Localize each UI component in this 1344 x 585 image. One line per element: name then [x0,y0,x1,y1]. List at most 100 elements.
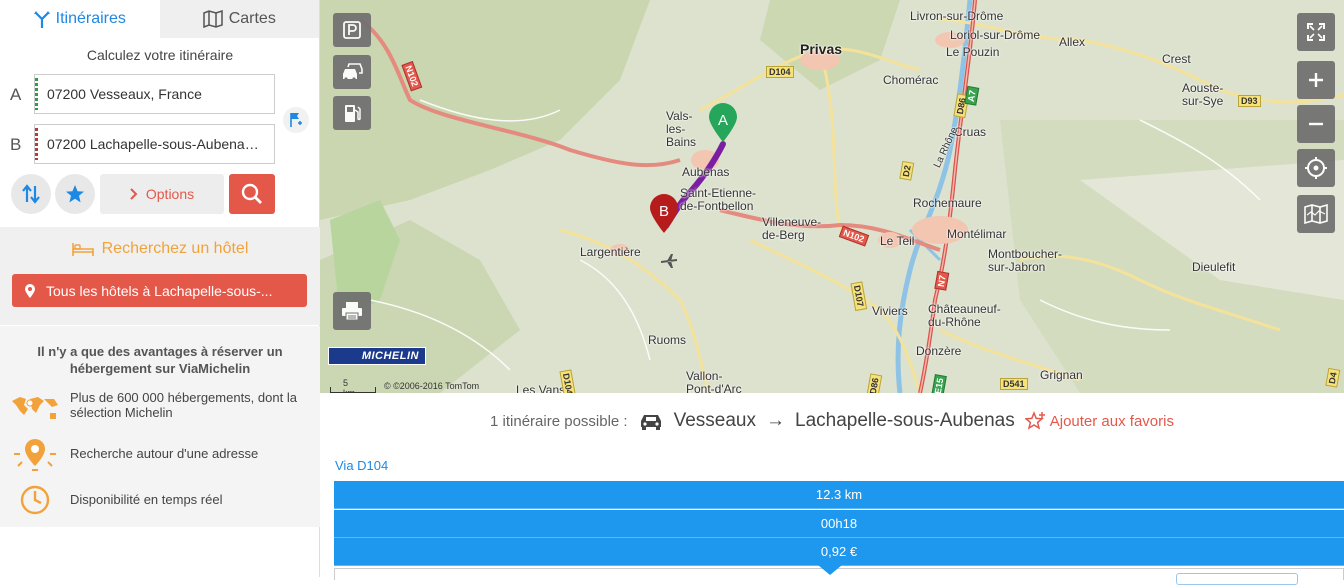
tab-itineraires-label: Itinéraires [55,10,126,27]
map-layers-button[interactable] [1297,195,1335,233]
road-shield: D93 [1238,95,1261,107]
place-label: Montélimar [947,227,1007,241]
promo-item: Plus de 600 000 hébergements, dont la sé… [0,390,320,426]
results-panel: 1 itinéraire possible : Vesseaux → Lacha… [320,393,1344,585]
address-search-icon [14,439,56,471]
place-label: Aouste-sur-Sye [1182,81,1224,108]
map-copyright: © ©2006-2016 TomTom [384,381,480,391]
place-label: Loriol-sur-Drôme [950,28,1041,42]
tab-bar: Itinéraires Cartes [0,0,319,38]
tab-cartes[interactable]: Cartes [159,0,319,38]
start-address-input[interactable]: 07200 Vesseaux, France [34,74,275,114]
route-arrow: → [766,410,786,431]
promo-panel: Il n'y a que des avantages à réserver un… [0,326,320,527]
location-pin-icon [25,283,35,298]
start-letter: A [10,85,22,104]
airport-icon [661,254,677,268]
add-step-button[interactable] [283,107,309,133]
options-label: Options [145,186,195,202]
route-cost[interactable]: 0,92 € [334,538,1344,566]
place-label: Rochemaure [913,196,982,210]
place-label: Privas [800,41,843,57]
map-view[interactable]: Privas Livron-sur-Drôme Loriol-sur-Drôme… [320,0,1344,393]
form-title: Calculez votre itinéraire [86,47,234,63]
fuel-button[interactable] [333,96,371,130]
options-button[interactable]: Options [100,174,224,214]
promo-item: Disponibilité en temps réel [0,482,320,518]
search-icon [241,183,262,204]
place-label: Aubenas [682,165,730,179]
sidebar: Itinéraires Cartes Calculez votre itinér… [0,0,320,577]
route-distance[interactable]: 12.3 km [334,481,1344,509]
car-icon [640,415,661,430]
route-origin: Vesseaux [673,410,757,431]
place-label: Montboucher-sur-Jabron [988,247,1063,274]
route-action-button[interactable] [1176,573,1298,585]
place-label: Largentière [580,245,641,259]
road-shield: D541 [1000,378,1028,390]
all-hotels-label: Tous les hôtels à Lachapelle-sous-... [46,282,273,299]
place-label: Ruoms [648,333,687,347]
place-label: Saint-Etienne-de-Fontbellon [680,186,757,213]
place-label: Chomérac [883,73,939,87]
place-label: Donzère [916,344,962,358]
zoom-in-button[interactable] [1297,61,1335,99]
map-icon [202,10,223,28]
print-button[interactable] [333,292,371,330]
end-letter: B [10,135,22,154]
marker-a[interactable]: A [708,103,738,143]
map-layers-icon [1304,204,1328,224]
place-label: Dieulefit [1192,260,1236,274]
place-label: Livron-sur-Drôme [910,9,1004,23]
tab-cartes-label: Cartes [228,10,276,27]
zoom-out-button[interactable] [1297,105,1335,143]
favorites-button[interactable] [55,174,95,214]
marker-b-label: B [658,203,669,220]
route-count: 1 itinéraire possible : [490,412,628,430]
add-flag-icon [290,113,302,127]
hotel-title: Recherchez un hôtel [101,240,249,257]
hotel-panel: Recherchez un hôtel Tous les hôtels à La… [0,227,320,325]
star-icon [66,185,84,203]
place-label: Châteauneuf-du-Rhône [928,302,1001,329]
route-pointer [818,565,842,575]
parking-button[interactable] [333,13,371,47]
place-label: Viviers [872,304,908,318]
place-label: Vals-les-Bains [666,109,697,149]
place-label: Allex [1059,35,1086,49]
all-hotels-button[interactable]: Tous les hôtels à Lachapelle-sous-... [12,274,307,307]
crosshair-icon [1305,157,1327,179]
promo-item: Recherche autour d'une adresse [0,436,320,472]
route-via-link[interactable]: Via D104 [335,458,388,473]
hotel-search-link[interactable]: Recherchez un hôtel [0,240,320,258]
promo-title: Il n'y a que des avantages à réserver un… [37,344,283,376]
place-label: Crest [1162,52,1191,66]
promo-text: Plus de 600 000 hébergements, dont la sé… [70,390,297,420]
road-shield: D104 [766,66,794,78]
fuel-pump-icon [345,105,361,122]
cars-icon [343,63,363,81]
place-label: Le Pouzin [946,45,1000,59]
world-map-icon [12,397,58,419]
search-button[interactable] [229,174,275,214]
place-label: Villeneuve-de-Berg [762,215,822,242]
start-address-value: 07200 Vesseaux, France [47,86,202,102]
fullscreen-button[interactable] [1297,13,1335,51]
swap-icon [22,184,40,204]
end-address-input[interactable]: 07200 Lachapelle-sous-Aubenas,... [34,124,275,164]
locate-button[interactable] [1297,149,1335,187]
tab-itineraires[interactable]: Itinéraires [0,0,160,38]
bed-icon [71,243,94,256]
swap-button[interactable] [11,174,51,214]
place-label: Le Teil [880,234,915,248]
traffic-button[interactable] [333,55,371,89]
route-icon [33,11,50,28]
minus-icon [1309,122,1323,126]
place-label: Grignan [1040,368,1083,382]
add-favorite-link[interactable]: Ajouter aux favoris [1024,411,1174,431]
promo-text: Disponibilité en temps réel [70,492,223,507]
route-duration[interactable]: 00h18 [334,510,1344,538]
marker-b[interactable]: B [649,194,679,234]
michelin-logo-text: MICHELIN [361,350,419,362]
add-favorite-label: Ajouter aux favoris [1049,412,1174,430]
